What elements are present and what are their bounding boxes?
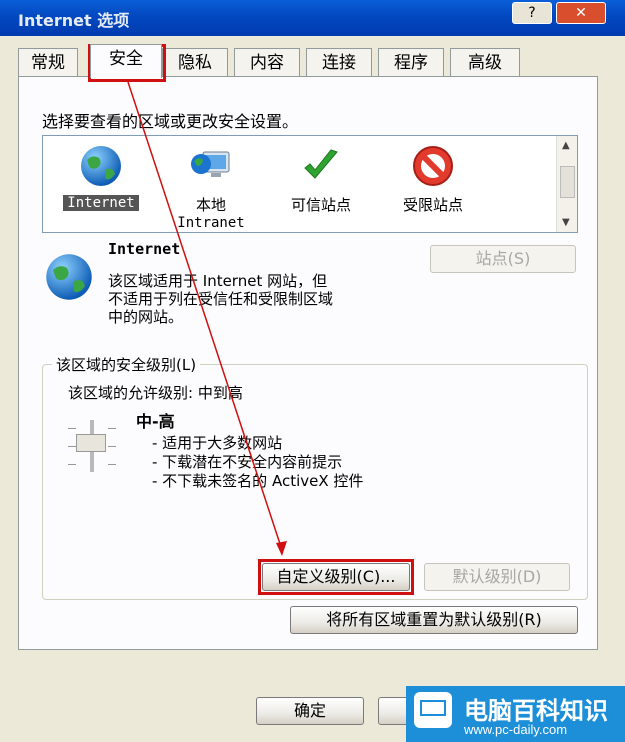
tab-advanced[interactable]: 高级 <box>450 48 520 76</box>
sites-button[interactable]: 站点(S) <box>430 245 576 273</box>
computer-globe-icon <box>191 151 230 177</box>
globe-icon <box>81 146 121 186</box>
zone-restricted-label: 受限站点 <box>402 196 463 214</box>
zone-trusted-label: 可信站点 <box>290 196 351 214</box>
tab-privacy[interactable]: 隐私 <box>162 48 228 76</box>
zone-list: Internet 本地 Intranet 可信站点 受限站点 ▲ ▼ <box>42 135 578 233</box>
globe-icon <box>46 254 92 300</box>
slider-tick <box>68 446 76 447</box>
zone-intranet-sublabel: Intranet <box>177 215 245 231</box>
security-level-slider-knob[interactable] <box>76 434 106 452</box>
tab-content[interactable]: 内容 <box>234 48 300 76</box>
zone-internet[interactable]: Internet <box>51 144 151 211</box>
zone-prompt: 选择要查看的区域或更改安全设置。 <box>42 112 299 131</box>
green-check-icon <box>304 149 338 179</box>
security-level-group-label: 该区域的安全级别(L) <box>52 354 201 375</box>
zone-intranet-label: 本地 <box>195 196 226 214</box>
close-button[interactable]: ✕ <box>556 2 606 24</box>
zone-scrollbar[interactable]: ▲ ▼ <box>556 136 577 232</box>
zone-restricted[interactable]: 受限站点 <box>383 144 483 215</box>
zone-trusted[interactable]: 可信站点 <box>271 144 371 215</box>
tab-general[interactable]: 常规 <box>18 48 78 76</box>
scroll-thumb[interactable] <box>560 166 575 198</box>
default-level-button[interactable]: 默认级别(D) <box>424 563 570 591</box>
security-level-name: 中-高 <box>136 412 175 431</box>
monitor-logo-icon <box>414 692 452 728</box>
no-entry-icon <box>413 146 453 186</box>
watermark-url: www.pc-daily.com <box>464 722 568 737</box>
scroll-down-icon[interactable]: ▼ <box>562 217 570 228</box>
level-bullet-2: - 下载潜在不安全内容前提示 <box>152 453 343 471</box>
custom-level-highlight-box <box>258 559 414 595</box>
title-bar: Internet 选项 ? ✕ <box>0 0 625 36</box>
zone-description-line3: 中的网站。 <box>108 308 184 326</box>
level-bullet-1: - 适用于大多数网站 <box>152 434 283 452</box>
allowed-levels-text: 该区域的允许级别: 中到高 <box>68 384 243 402</box>
level-bullet-3: - 不下载未签名的 ActiveX 控件 <box>152 472 364 490</box>
watermark-title: 电脑百科知识 <box>464 697 608 725</box>
tab-programs[interactable]: 程序 <box>378 48 444 76</box>
slider-tick <box>108 446 116 447</box>
help-button[interactable]: ? <box>512 2 552 24</box>
scroll-up-icon[interactable]: ▲ <box>562 140 570 151</box>
slider-tick <box>68 464 76 465</box>
slider-tick <box>108 464 116 465</box>
reset-all-zones-button[interactable]: 将所有区域重置为默认级别(R) <box>290 606 578 634</box>
tab-security[interactable]: 安全 <box>90 44 162 78</box>
tab-connections[interactable]: 连接 <box>306 48 372 76</box>
selected-zone-name: Internet <box>108 240 181 258</box>
slider-tick <box>68 428 76 429</box>
zone-intranet[interactable]: 本地 Intranet <box>161 144 261 231</box>
ok-button[interactable]: 确定 <box>256 697 364 725</box>
zone-internet-label: Internet <box>63 195 139 211</box>
window-title: Internet 选项 <box>18 11 130 30</box>
slider-tick <box>108 428 116 429</box>
